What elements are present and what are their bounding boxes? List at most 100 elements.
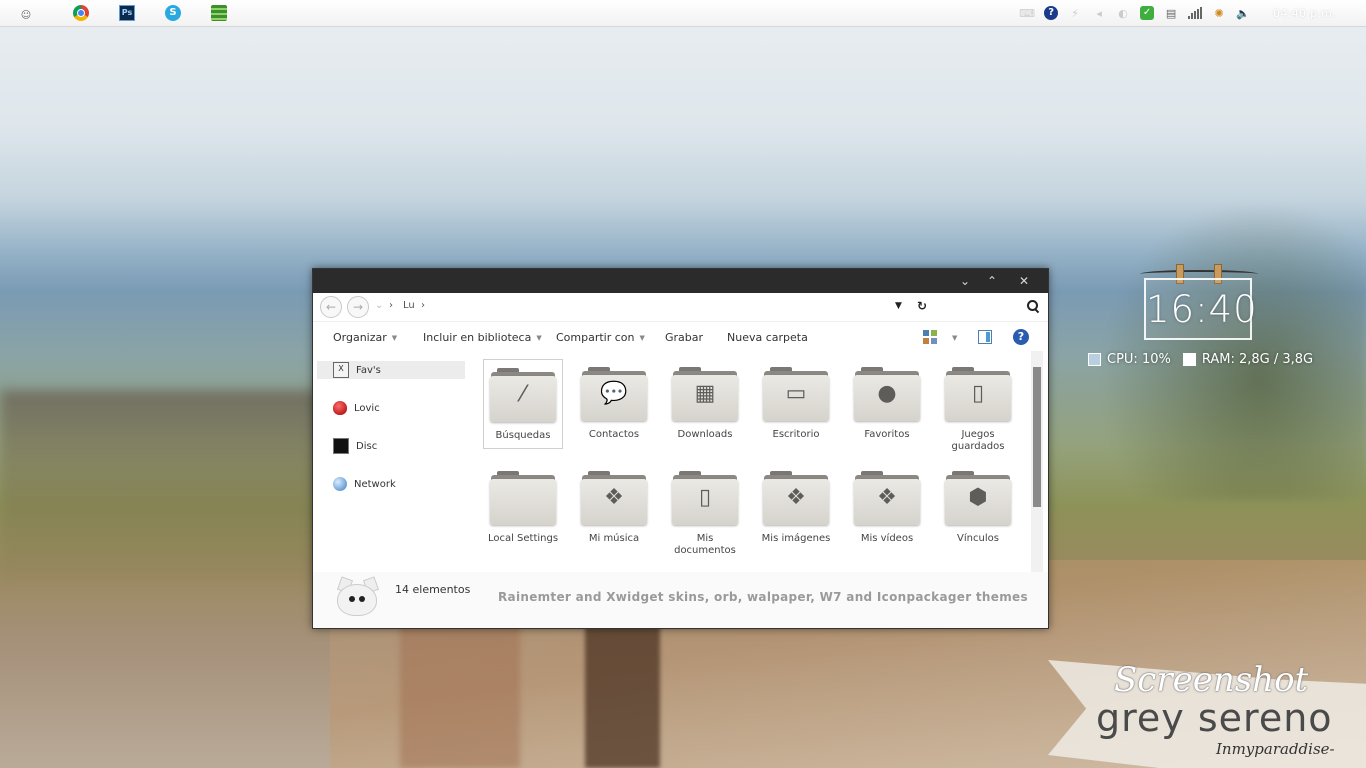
apple-icon: ●	[853, 365, 921, 423]
caret-down-icon: ▼	[639, 334, 645, 342]
sidebar-item-label: Network	[354, 478, 396, 490]
recent-dropdown-icon[interactable]: ⌄	[375, 300, 383, 311]
folder-busquedas[interactable]: ⁄ Búsquedas	[483, 359, 563, 449]
folder-label: Vínculos	[957, 533, 999, 544]
taskbar-app-skype[interactable]: S	[151, 1, 195, 25]
keyboard-icon[interactable]: ⌨	[1019, 6, 1035, 20]
sidebar-item-disc[interactable]: Disc	[317, 437, 465, 455]
circle-icon[interactable]: ◐	[1116, 6, 1130, 20]
banner-author: Inmyparaddise-	[1216, 740, 1335, 758]
plug-icon[interactable]: ⚡	[1068, 6, 1082, 20]
folder-escritorio[interactable]: ▭ Escritorio	[756, 359, 836, 449]
network-tray-icon[interactable]: ✺	[1212, 6, 1226, 20]
folder-juegos-guardados[interactable]: ▯ Juegos guardados	[938, 359, 1018, 452]
caret-down-icon: ▼	[391, 334, 398, 342]
vertical-scrollbar[interactable]	[1031, 351, 1043, 572]
folder-favoritos[interactable]: ● Favoritos	[847, 359, 927, 449]
new-folder-button[interactable]: Nueva carpeta	[727, 331, 808, 344]
dropbox-icon: ❖	[580, 469, 648, 527]
sidebar-item-favs[interactable]: X Fav's	[317, 361, 465, 379]
skype-icon: S	[165, 5, 181, 21]
clock-widget: 16:40	[1140, 262, 1258, 342]
minimize-icon[interactable]: ⌄	[956, 272, 974, 290]
pixel-arrow-icon: ▦	[671, 365, 739, 423]
include-library-button[interactable]: Incluir en biblioteca ▼	[423, 331, 542, 344]
ghost-cat-icon	[335, 576, 380, 620]
back-button[interactable]: ←	[320, 296, 342, 318]
folder-mis-imagenes[interactable]: ❖ Mis imágenes	[756, 463, 836, 553]
breadcrumb-separator-icon[interactable]: ›	[421, 300, 425, 311]
volume-icon[interactable]: 🔈	[1236, 6, 1250, 20]
breadcrumb-item[interactable]: Lu	[403, 300, 415, 311]
view-caret-icon[interactable]: ▼	[947, 331, 957, 344]
folder-label: Contactos	[588, 429, 640, 440]
folder-vinculos[interactable]: ⬢ Vínculos	[938, 463, 1018, 553]
forward-button[interactable]: →	[347, 296, 369, 318]
folder-mi-musica[interactable]: ❖ Mi música	[574, 463, 654, 553]
sidebar-item-lovic[interactable]: Lovic	[317, 399, 465, 417]
folder-label: Mis documentos	[674, 533, 736, 556]
stack-icon	[211, 5, 227, 21]
clothesline	[1140, 270, 1258, 278]
help-tray-icon[interactable]: ?	[1044, 6, 1059, 20]
burn-button[interactable]: Grabar	[665, 331, 703, 344]
help-icon[interactable]: ?	[1013, 329, 1029, 345]
folder-label: Escritorio	[772, 429, 820, 440]
caret-down-icon: ▼	[536, 334, 542, 342]
wallpaper-trees	[1100, 200, 1366, 500]
folder-label: Favoritos	[864, 429, 910, 440]
taskbar-app-chrome[interactable]	[59, 1, 103, 25]
banner-subtitle: grey sereno	[1096, 696, 1333, 740]
plain-folder-icon	[489, 469, 557, 527]
signal-icon[interactable]	[1188, 6, 1203, 20]
window-titlebar[interactable]: ⌄ ⌃ ✕	[313, 269, 1048, 293]
folder-contactos[interactable]: 💬 Contactos	[574, 359, 654, 449]
taskbar-app-photoshop[interactable]: Ps	[105, 1, 149, 25]
breadcrumb-separator-icon[interactable]: ›	[389, 300, 393, 311]
chrome-icon	[73, 5, 89, 21]
clipboard-icon[interactable]: ▤	[1164, 6, 1178, 20]
refresh-icon[interactable]: ↻	[917, 299, 927, 313]
preview-pane-icon[interactable]	[978, 330, 992, 344]
explorer-window: ⌄ ⌃ ✕ ← → ⌄ › Lu › ▼ ↻ Organizar ▼ Inclui…	[312, 268, 1049, 629]
taskbar: ☺ Ps S ⌨ ? ⚡ ◂ ◐ ✓ ▤ ✺ 🔈 04:40 p.m.	[0, 0, 1366, 27]
network-icon	[333, 477, 347, 491]
folder-local-settings[interactable]: Local Settings	[483, 463, 563, 553]
sidebar-item-network[interactable]: Network	[317, 475, 465, 493]
view-options-icon[interactable]	[923, 330, 937, 344]
system-tray: ⌨ ? ⚡ ◂ ◐ ✓ ▤ ✺ 🔈 04:40 p.m.	[1015, 0, 1366, 26]
speech-bubbles-icon: 💬	[580, 365, 648, 423]
scrollbar-thumb[interactable]	[1033, 367, 1041, 507]
cpu-icon	[1088, 353, 1101, 366]
search-icon[interactable]	[1026, 299, 1040, 313]
cube-icon: ⬢	[944, 469, 1012, 527]
document-icon: ▯	[671, 469, 739, 527]
folder-label: Mis vídeos	[860, 533, 914, 544]
cpu-usage: CPU: 10%	[1107, 352, 1171, 367]
magic-wand-icon: ⁄	[489, 366, 557, 424]
address-bar: ← → ⌄ › Lu › ▼ ↻	[313, 293, 1048, 322]
dropbox-icon: ❖	[853, 469, 921, 527]
taskbar-clock[interactable]: 04:40 p.m.	[1273, 7, 1336, 20]
wallpaper-post	[585, 620, 660, 768]
share-button[interactable]: Compartir con ▼	[556, 331, 645, 344]
folder-mis-videos[interactable]: ❖ Mis vídeos	[847, 463, 927, 553]
organize-button[interactable]: Organizar ▼	[333, 331, 397, 344]
maximize-icon[interactable]: ⌃	[983, 272, 1001, 290]
folder-downloads[interactable]: ▦ Downloads	[665, 359, 745, 449]
folder-mis-documentos[interactable]: ▯ Mis documentos	[665, 463, 745, 556]
shield-check-icon[interactable]: ✓	[1140, 6, 1155, 20]
arrow-icon[interactable]: ◂	[1092, 6, 1106, 20]
taskbar-app-stack[interactable]	[197, 1, 241, 25]
folder-label: Mi música	[588, 533, 640, 544]
lovic-icon	[333, 401, 347, 415]
photoshop-icon: Ps	[119, 5, 135, 21]
dropbox-icon: ❖	[762, 469, 830, 527]
start-orb-icon[interactable]: ☺	[20, 10, 32, 22]
address-dropdown-icon[interactable]: ▼	[895, 301, 902, 311]
explorer-body: X Fav's Lovic Disc Network ⁄ Búsquedas 💬…	[313, 351, 1048, 572]
details-pane: 14 elementos Rainemter and Xwidget skins…	[313, 572, 1048, 628]
widget-clock-time: 16:40	[1146, 288, 1258, 331]
close-icon[interactable]: ✕	[1015, 272, 1033, 290]
folder-label: Downloads	[677, 429, 733, 440]
